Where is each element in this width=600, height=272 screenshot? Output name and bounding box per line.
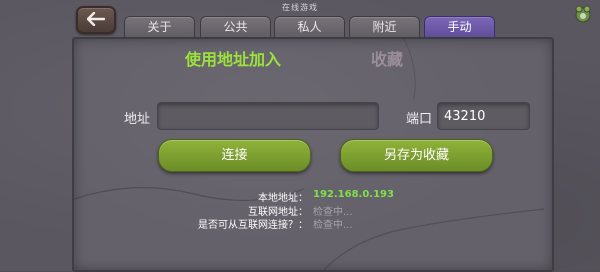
back-arrow-icon	[87, 12, 105, 26]
badge-icon[interactable]	[573, 4, 593, 24]
tab-manual[interactable]: 手动	[424, 16, 495, 38]
port-input[interactable]: 43210	[437, 102, 530, 130]
local-address-label: 本地地址：	[258, 193, 308, 204]
reachable-label: 是否可从互联网连接？：	[198, 220, 308, 231]
tab-about[interactable]: 关于	[124, 16, 195, 38]
address-input[interactable]	[157, 102, 379, 130]
back-button[interactable]	[76, 6, 116, 34]
local-address-value: 192.168.0.193	[313, 189, 394, 200]
favorites-heading[interactable]: 收藏	[371, 46, 403, 70]
reachable-value: 检查中...	[313, 220, 353, 231]
save-favorite-button[interactable]: 另存为收藏	[340, 139, 493, 172]
port-label: 端口	[406, 112, 433, 127]
tab-nearby[interactable]: 附近	[349, 16, 420, 38]
connect-button[interactable]: 连接	[158, 139, 311, 172]
address-label: 地址	[124, 112, 151, 127]
tab-public[interactable]: 公共	[200, 16, 271, 38]
tab-private[interactable]: 私人	[274, 16, 345, 38]
join-by-address-heading[interactable]: 使用地址加入	[185, 46, 281, 70]
